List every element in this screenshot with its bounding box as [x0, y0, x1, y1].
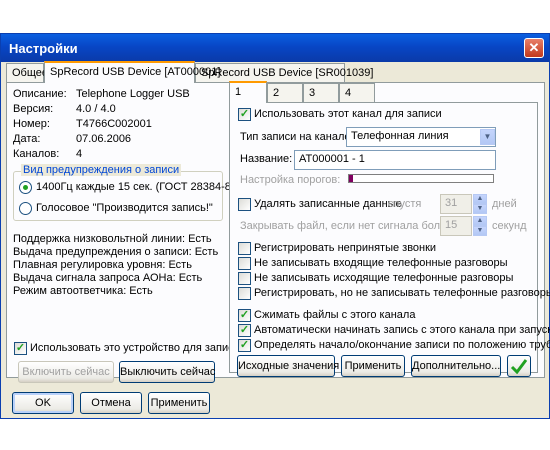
info-label-date: Дата: [13, 133, 41, 145]
option-register-only-checkbox[interactable] [238, 287, 251, 300]
apply-button[interactable]: Применить [148, 392, 210, 414]
title-bar: Настройки ✕ [1, 34, 549, 62]
feature-low-voltage: Поддержка низковольтной линии: Есть [13, 233, 212, 245]
option-missed-calls-label[interactable]: Регистрировать непринятые звонки [254, 242, 436, 254]
close-file-label: Закрывать файл, если нет сигнала более [240, 220, 453, 232]
channel-tab-4[interactable]: 4 [339, 83, 375, 103]
name-label: Название: [240, 153, 293, 165]
defaults-button[interactable]: Исходные значения [237, 355, 339, 377]
window-title: Настройки [9, 41, 78, 56]
spin-up-icon[interactable]: ▲ [473, 194, 487, 204]
name-input[interactable]: AT000001 - 1 [294, 150, 496, 170]
channel-tab-2[interactable]: 2 [267, 83, 303, 103]
use-channel-label[interactable]: Использовать этот канал для записи [254, 108, 442, 120]
info-label-channels: Каналов: [13, 148, 60, 160]
info-value-channels: 4 [76, 148, 83, 160]
record-type-label: Тип записи на канале: [240, 131, 354, 143]
tab-device-at000001[interactable]: SpRecord USB Device [AT000001] [44, 61, 220, 83]
after-label: спустя [388, 198, 422, 210]
warning-type-legend: Вид предупреждения о записи [21, 164, 182, 176]
channel-apply-button[interactable]: Применить [341, 355, 405, 377]
use-device-label[interactable]: Использовать это устройство для записи [30, 342, 240, 354]
chevron-down-icon[interactable]: ▼ [480, 129, 495, 145]
advanced-button[interactable]: Дополнительно... [411, 355, 501, 377]
days-spinner[interactable]: ▲ ▼ [473, 194, 487, 214]
use-device-checkbox[interactable]: ✓ [14, 342, 27, 355]
tab-general[interactable]: Общее [6, 63, 48, 83]
device-tab-panel: Описание: Telephone Logger USB Версия: 4… [6, 81, 550, 383]
seconds-input[interactable]: 15 [440, 216, 472, 236]
option-no-incoming-label[interactable]: Не записывать входящие телефонные разгов… [254, 257, 508, 269]
option-compress-label[interactable]: Сжимать файлы с этого канала [254, 309, 415, 321]
spin-down-icon[interactable]: ▼ [473, 226, 487, 236]
option-no-outgoing-label[interactable]: Не записывать исходящие телефонные разго… [254, 272, 513, 284]
spin-down-icon[interactable]: ▼ [473, 204, 487, 214]
cancel-button[interactable]: Отмена [80, 392, 142, 414]
feature-record-warning: Выдача предупреждения о записи: Есть [13, 246, 219, 258]
seconds-spinner[interactable]: ▲ ▼ [473, 216, 487, 236]
channel-tab-panel: ✓ Использовать этот канал для записи Тип… [229, 102, 550, 377]
feature-answering-machine: Режим автоответчика: Есть [13, 285, 153, 297]
settings-dialog: Настройки ✕ Общее SpRecord USB Device [A… [0, 33, 550, 419]
warning-voice-label[interactable]: Голосовое "Производится запись!" [36, 202, 213, 214]
checkmark-icon [510, 359, 528, 375]
option-autostart-checkbox[interactable]: ✓ [238, 324, 251, 337]
channel-tab-3[interactable]: 3 [303, 83, 339, 103]
ok-button[interactable]: OK [12, 392, 74, 414]
delete-data-checkbox[interactable] [238, 198, 251, 211]
threshold-bar[interactable] [348, 174, 494, 183]
option-autostart-label[interactable]: Автоматически начинать запись с этого ка… [254, 324, 550, 336]
spin-up-icon[interactable]: ▲ [473, 216, 487, 226]
option-missed-calls-checkbox[interactable] [238, 242, 251, 255]
close-button[interactable]: ✕ [524, 38, 544, 58]
enable-now-button[interactable]: Включить сейчас [18, 361, 114, 383]
info-value-date: 07.06.2006 [76, 133, 132, 145]
info-label-number: Номер: [13, 118, 50, 130]
info-value-version: 4.0 / 4.0 [76, 103, 116, 115]
option-handset-detect-label[interactable]: Определять начало/окончание записи по по… [254, 339, 550, 351]
option-register-only-label[interactable]: Регистрировать, но не записывать телефон… [254, 287, 550, 299]
option-compress-checkbox[interactable]: ✓ [238, 309, 251, 322]
channel-tab-1[interactable]: 1 [229, 81, 267, 103]
info-value-number: T4766C002001 [76, 118, 152, 130]
use-channel-checkbox[interactable]: ✓ [238, 108, 251, 121]
option-no-outgoing-checkbox[interactable] [238, 272, 251, 285]
record-type-select[interactable]: Телефонная линия [346, 127, 496, 147]
info-label-version: Версия: [13, 103, 54, 115]
option-no-incoming-checkbox[interactable] [238, 257, 251, 270]
confirm-button[interactable] [507, 355, 531, 377]
days-input[interactable]: 31 [440, 194, 472, 214]
delete-data-label[interactable]: Удалять записанные данные [254, 198, 402, 210]
threshold-fill [349, 175, 353, 182]
seconds-unit: секунд [492, 220, 527, 232]
disable-now-button[interactable]: Выключить сейчас [119, 361, 215, 383]
option-handset-detect-checkbox[interactable]: ✓ [238, 339, 251, 352]
threshold-label: Настройка порогов: [240, 174, 341, 186]
days-unit: дней [492, 198, 517, 210]
warning-voice-radio[interactable] [19, 202, 32, 215]
warning-tone-label[interactable]: 1400Гц каждые 15 сек. (ГОСТ 28384-89) [36, 181, 241, 193]
feature-caller-id: Выдача сигнала запроса АОНа: Есть [13, 272, 203, 284]
warning-tone-radio[interactable] [19, 181, 32, 194]
info-value-description: Telephone Logger USB [76, 88, 190, 100]
feature-level-control: Плавная регулировка уровня: Есть [13, 259, 192, 271]
info-label-description: Описание: [13, 88, 67, 100]
